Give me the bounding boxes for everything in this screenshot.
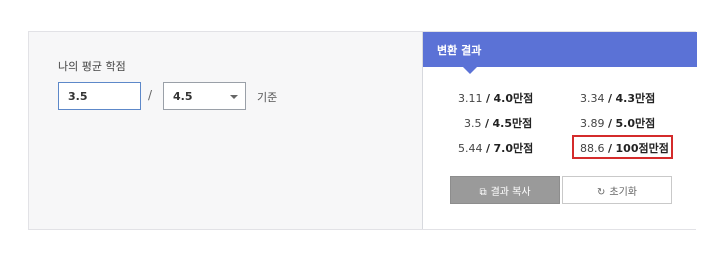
reset-button[interactable]: ↻ 초기화 <box>562 176 672 204</box>
input-panel: 나의 평균 학점 / 4.5 기준 <box>29 32 422 229</box>
result-scale: 4.0만점 <box>493 92 534 105</box>
copy-result-button[interactable]: ⧉ 결과 복사 <box>450 176 560 204</box>
result-value: 5.44 <box>458 142 483 155</box>
result-scale: 4.3만점 <box>615 92 656 105</box>
reset-button-label: 초기화 <box>609 186 637 198</box>
refresh-icon: ↻ <box>597 186 606 198</box>
result-separator: / <box>486 142 491 155</box>
scale-select[interactable]: 4.5 <box>163 82 246 110</box>
separator: / <box>148 88 153 102</box>
result-header-label: 변환 결과 <box>437 44 482 57</box>
copy-button-label: 결과 복사 <box>490 186 531 198</box>
gpa-input[interactable] <box>58 82 141 110</box>
result-item: 3.34 / 4.3만점 <box>580 90 655 106</box>
result-separator: / <box>608 92 613 105</box>
result-scale: 7.0만점 <box>493 142 534 155</box>
result-scale: 4.5만점 <box>492 117 533 130</box>
result-value: 3.11 <box>458 92 483 105</box>
result-scale: 5.0만점 <box>615 117 656 130</box>
scale-select-value: 4.5 <box>173 90 193 103</box>
basis-label: 기준 <box>257 91 278 104</box>
result-item: 3.89 / 5.0만점 <box>580 115 655 131</box>
result-separator: / <box>608 117 613 130</box>
header-pointer <box>463 67 477 74</box>
result-value: 3.89 <box>580 117 605 130</box>
result-value: 3.5 <box>464 117 482 130</box>
result-header: 변환 결과 <box>423 32 697 67</box>
result-item: 3.11 / 4.0만점 <box>458 90 533 106</box>
result-header-tab: 변환 결과 <box>423 32 523 67</box>
result-separator: / <box>485 117 490 130</box>
chevron-down-icon <box>230 95 238 99</box>
result-separator: / <box>486 92 491 105</box>
result-item: 5.44 / 7.0만점 <box>458 140 533 156</box>
result-panel: 변환 결과 3.11 / 4.0만점 3.34 / 4.3만점 3.5 / 4.… <box>422 32 697 229</box>
input-title: 나의 평균 학점 <box>58 60 126 73</box>
highlight-box <box>572 135 673 159</box>
gpa-converter: 나의 평균 학점 / 4.5 기준 변환 결과 3.11 / 4.0만점 3.3… <box>28 31 697 230</box>
result-value: 3.34 <box>580 92 605 105</box>
copy-icon: ⧉ <box>479 186 487 198</box>
result-item: 3.5 / 4.5만점 <box>464 115 532 131</box>
